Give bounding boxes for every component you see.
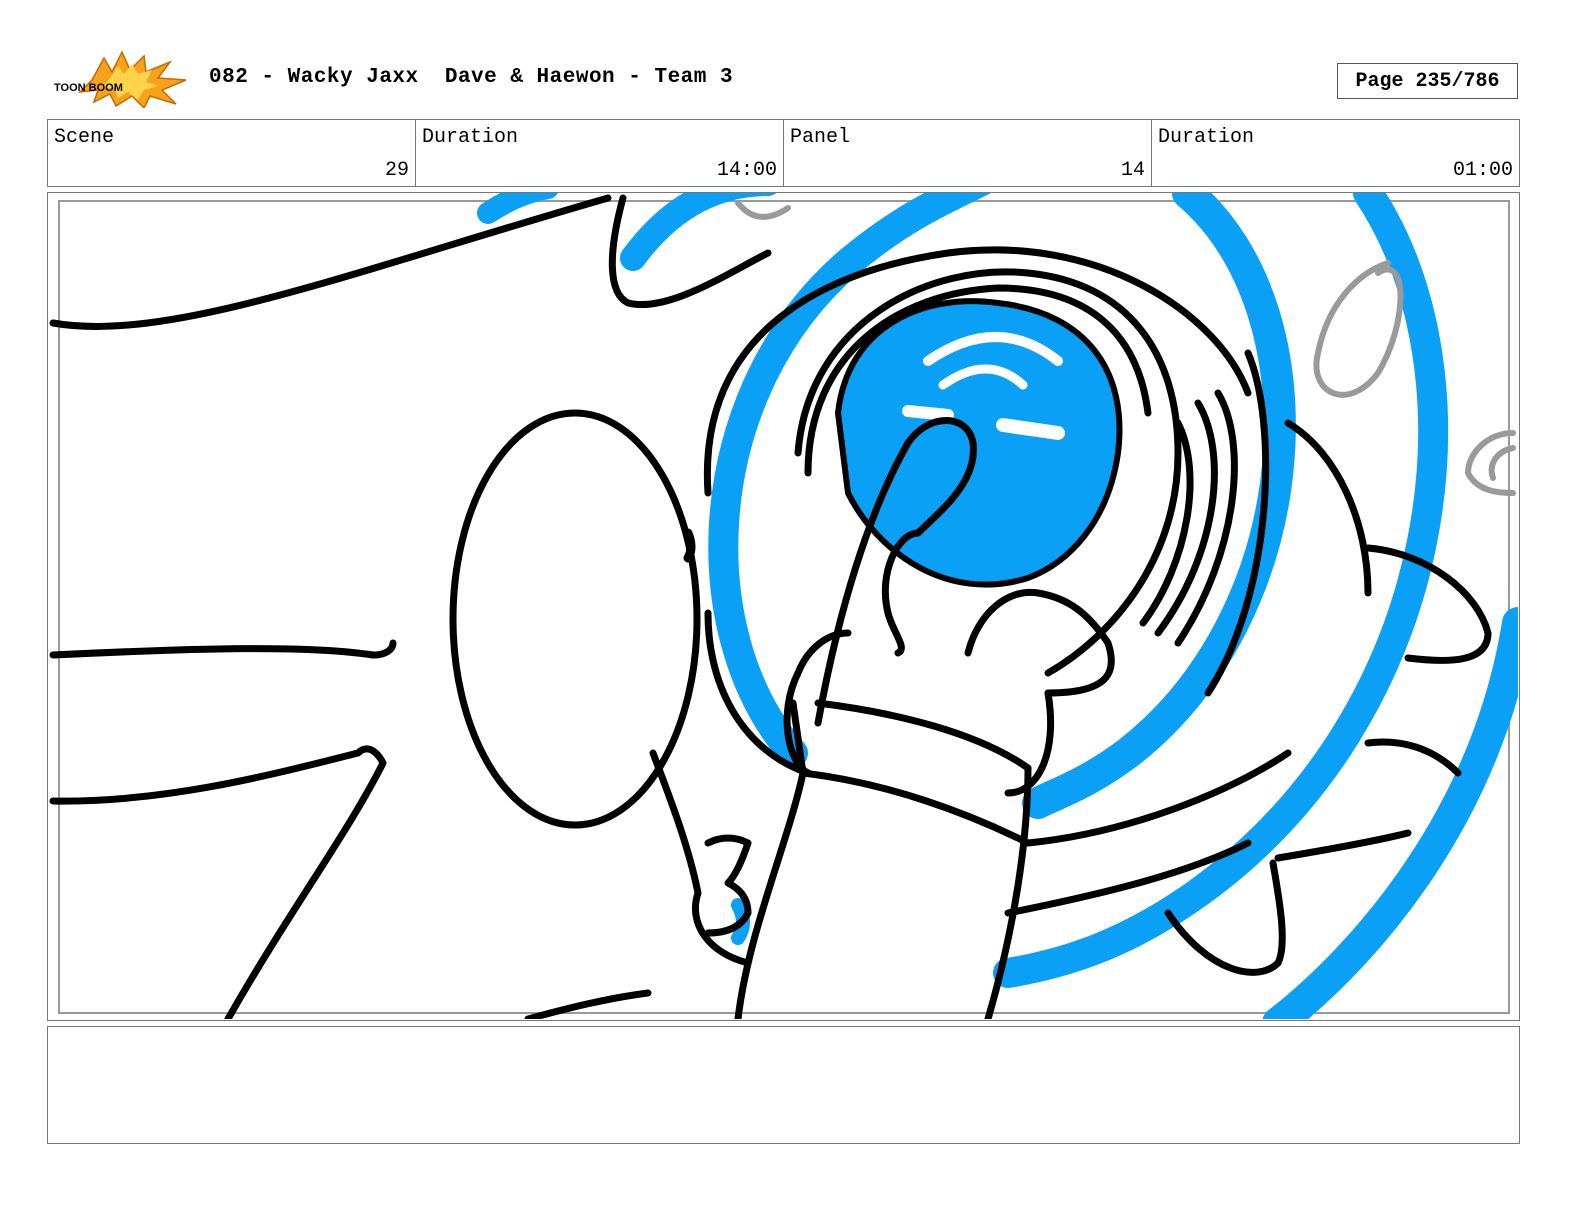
panel-cell: Panel 14 [784,120,1152,186]
storyboard-title: 082 - Wacky Jaxx Dave & Haewon - Team 3 [209,66,734,89]
panel-duration-value: 01:00 [1452,159,1513,182]
scene-value: 29 [384,159,409,182]
scene-cell: Scene 29 [48,120,416,186]
scene-duration-value: 14:00 [716,159,777,182]
page-number: Page 235/786 [1355,69,1500,93]
page-indicator: Page 235/786 [1337,63,1518,99]
toon-boom-logo: TOON BOOM [52,50,188,110]
scene-duration-cell: Duration 14:00 [416,120,784,186]
button-dome [834,298,1123,588]
panel-label: Panel [790,126,851,149]
panel-value: 14 [1120,159,1145,182]
panel-duration-cell: Duration 01:00 [1152,120,1519,186]
panel-notes-box [47,1026,1520,1144]
scene-duration-label: Duration [422,126,519,149]
panel-duration-label: Duration [1158,126,1255,149]
toon-boom-logo-icon: TOON BOOM [54,50,187,110]
logo-text: TOON BOOM [54,82,123,94]
panel-info-row: Scene 29 Duration 14:00 Panel 14 Duratio… [47,119,1520,187]
storyboard-sketch-hand-pressing-button-icon [49,193,1518,1019]
scene-label: Scene [54,126,115,149]
storyboard-panel [47,192,1520,1021]
